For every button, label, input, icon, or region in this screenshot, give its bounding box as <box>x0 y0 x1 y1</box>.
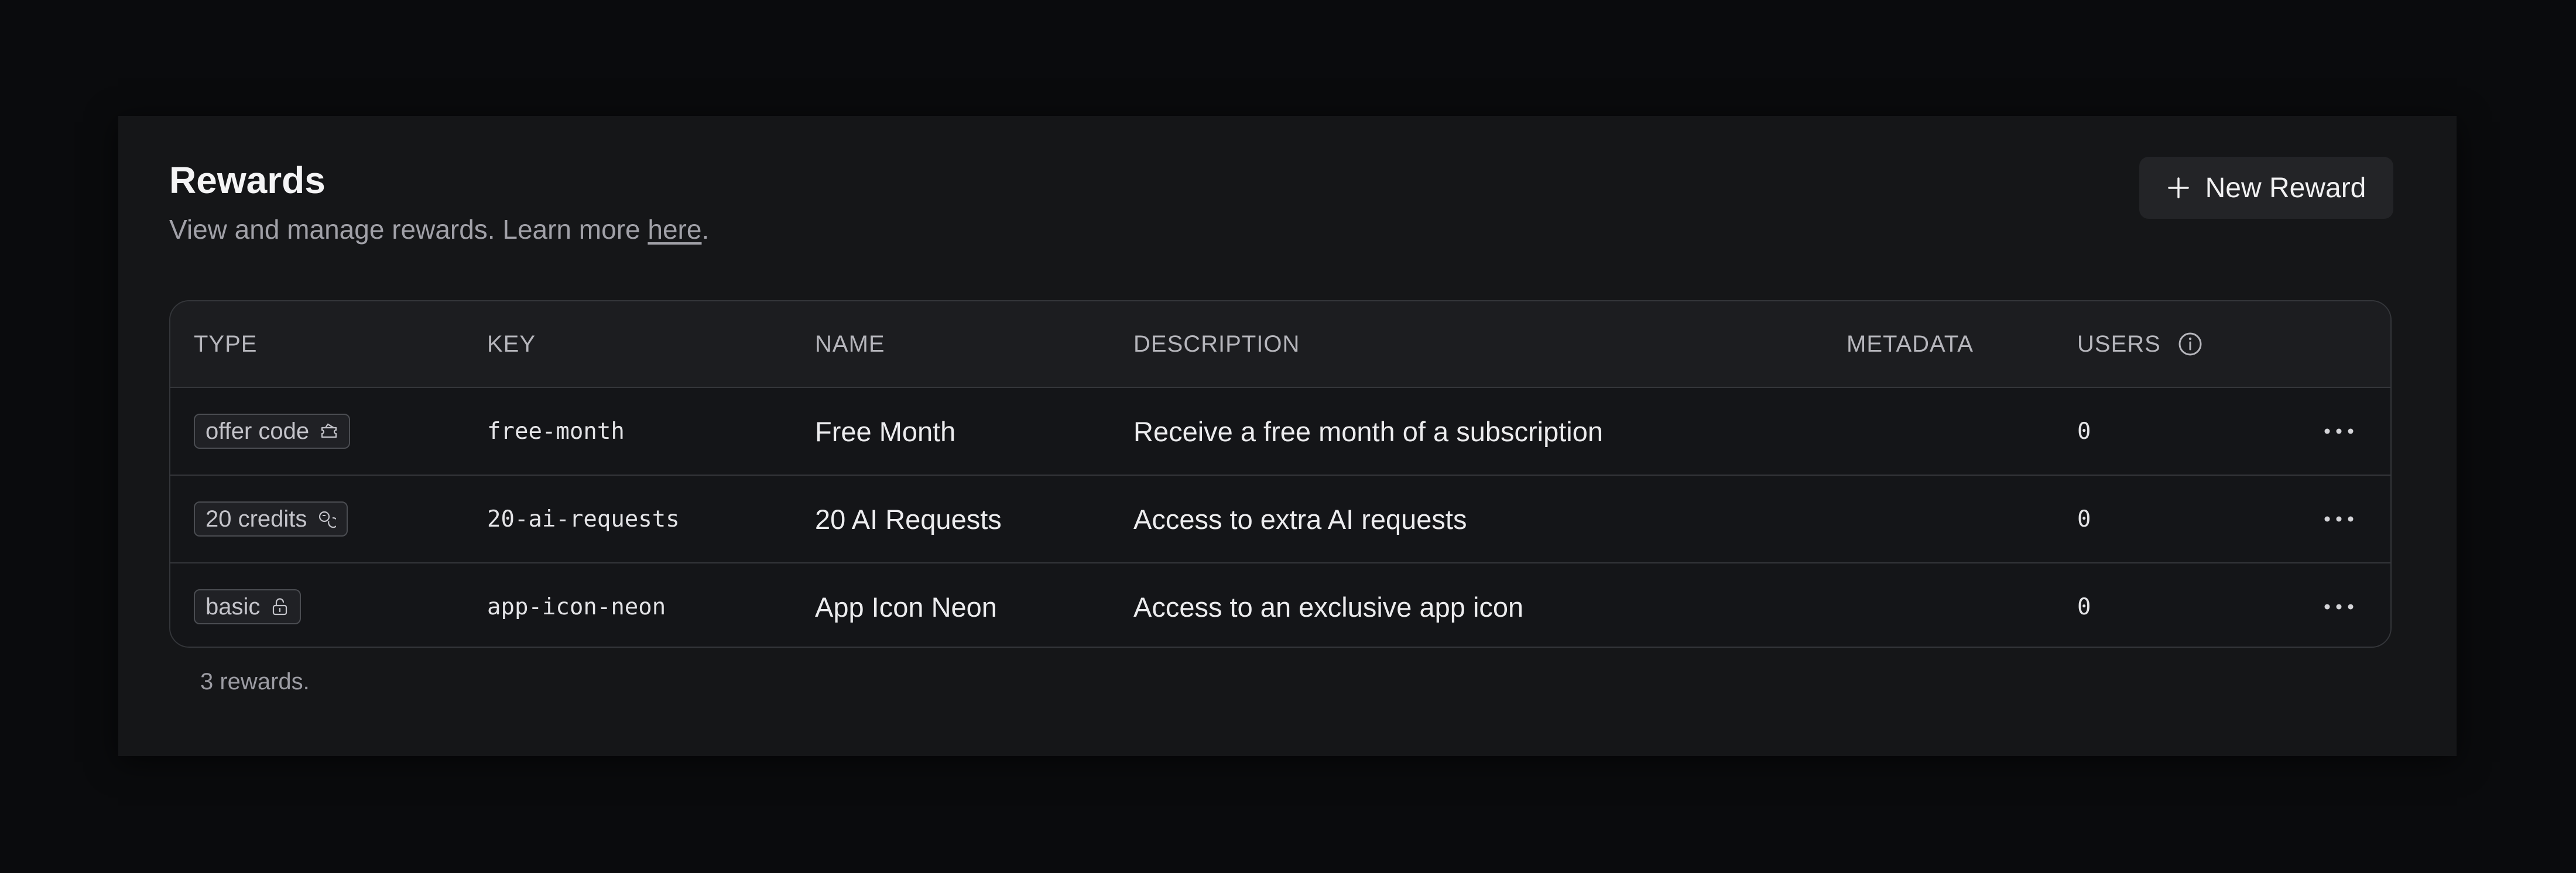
rewards-panel: Rewards View and manage rewards. Learn m… <box>118 116 2457 756</box>
info-icon[interactable] <box>2177 331 2203 357</box>
row-actions-button[interactable] <box>2322 595 2355 618</box>
subtitle-text: View and manage rewards. Learn more <box>169 214 648 245</box>
row-actions-button[interactable] <box>2322 420 2355 443</box>
description-cell: Receive a free month of a subscription <box>1133 415 1604 447</box>
name-cell: Free Month <box>815 415 956 447</box>
name-cell: 20 AI Requests <box>815 503 1002 535</box>
type-badge: offer code <box>194 414 351 449</box>
table-row[interactable]: offer code free-month Free Month Receive… <box>170 388 2390 476</box>
name-cell: App Icon Neon <box>815 591 997 623</box>
ticket-icon <box>321 423 337 438</box>
type-badge-label: 20 credits <box>205 506 307 532</box>
more-horizontal-icon <box>2324 604 2354 610</box>
plus-icon <box>2167 177 2189 198</box>
users-cell: 0 <box>2077 593 2091 620</box>
column-header-description: DESCRIPTION <box>1133 331 1300 357</box>
type-cell: basic <box>194 563 302 647</box>
type-badge-label: offer code <box>205 418 310 444</box>
key-cell: 20-ai-requests <box>487 506 680 532</box>
table-row[interactable]: basic app-icon-neon App Icon Neon Access… <box>170 563 2390 647</box>
page-subtitle: View and manage rewards. Learn more here… <box>169 213 709 246</box>
description-cell: Access to extra AI requests <box>1133 503 1467 535</box>
description-cell: Access to an exclusive app icon <box>1133 591 1524 623</box>
type-badge-label: basic <box>205 593 261 620</box>
rewards-table: TYPE KEY NAME DESCRIPTION METADATA USERS… <box>169 300 2392 648</box>
rewards-count: 3 rewards. <box>200 669 310 695</box>
table-header: TYPE KEY NAME DESCRIPTION METADATA USERS <box>170 301 2390 388</box>
key-cell: free-month <box>487 418 625 445</box>
coins-icon <box>319 511 337 528</box>
type-badge: basic <box>194 589 302 624</box>
column-header-name: NAME <box>815 331 885 357</box>
more-horizontal-icon <box>2324 428 2354 434</box>
type-cell: 20 credits <box>194 476 348 562</box>
new-reward-label: New Reward <box>2205 172 2366 204</box>
users-cell: 0 <box>2077 418 2091 445</box>
row-actions-button[interactable] <box>2322 507 2355 531</box>
table-row[interactable]: 20 credits 20-ai-requests 20 AI Requests… <box>170 476 2390 563</box>
type-badge: 20 credits <box>194 501 348 537</box>
subtitle-suffix: . <box>701 214 710 245</box>
users-cell: 0 <box>2077 506 2091 532</box>
unlock-icon <box>273 598 287 616</box>
key-cell: app-icon-neon <box>487 593 666 620</box>
page-title: Rewards <box>169 159 326 201</box>
column-header-users: USERS <box>2077 301 2203 387</box>
column-header-users-label: USERS <box>2077 331 2161 357</box>
type-cell: offer code <box>194 388 351 475</box>
column-header-type: TYPE <box>194 331 258 357</box>
page-header: Rewards View and manage rewards. Learn m… <box>169 157 2393 245</box>
more-horizontal-icon <box>2324 516 2354 522</box>
column-header-metadata: METADATA <box>1847 331 1974 357</box>
new-reward-button[interactable]: New Reward <box>2139 157 2393 219</box>
column-header-key: KEY <box>487 331 536 357</box>
learn-more-link[interactable]: here <box>648 214 701 245</box>
